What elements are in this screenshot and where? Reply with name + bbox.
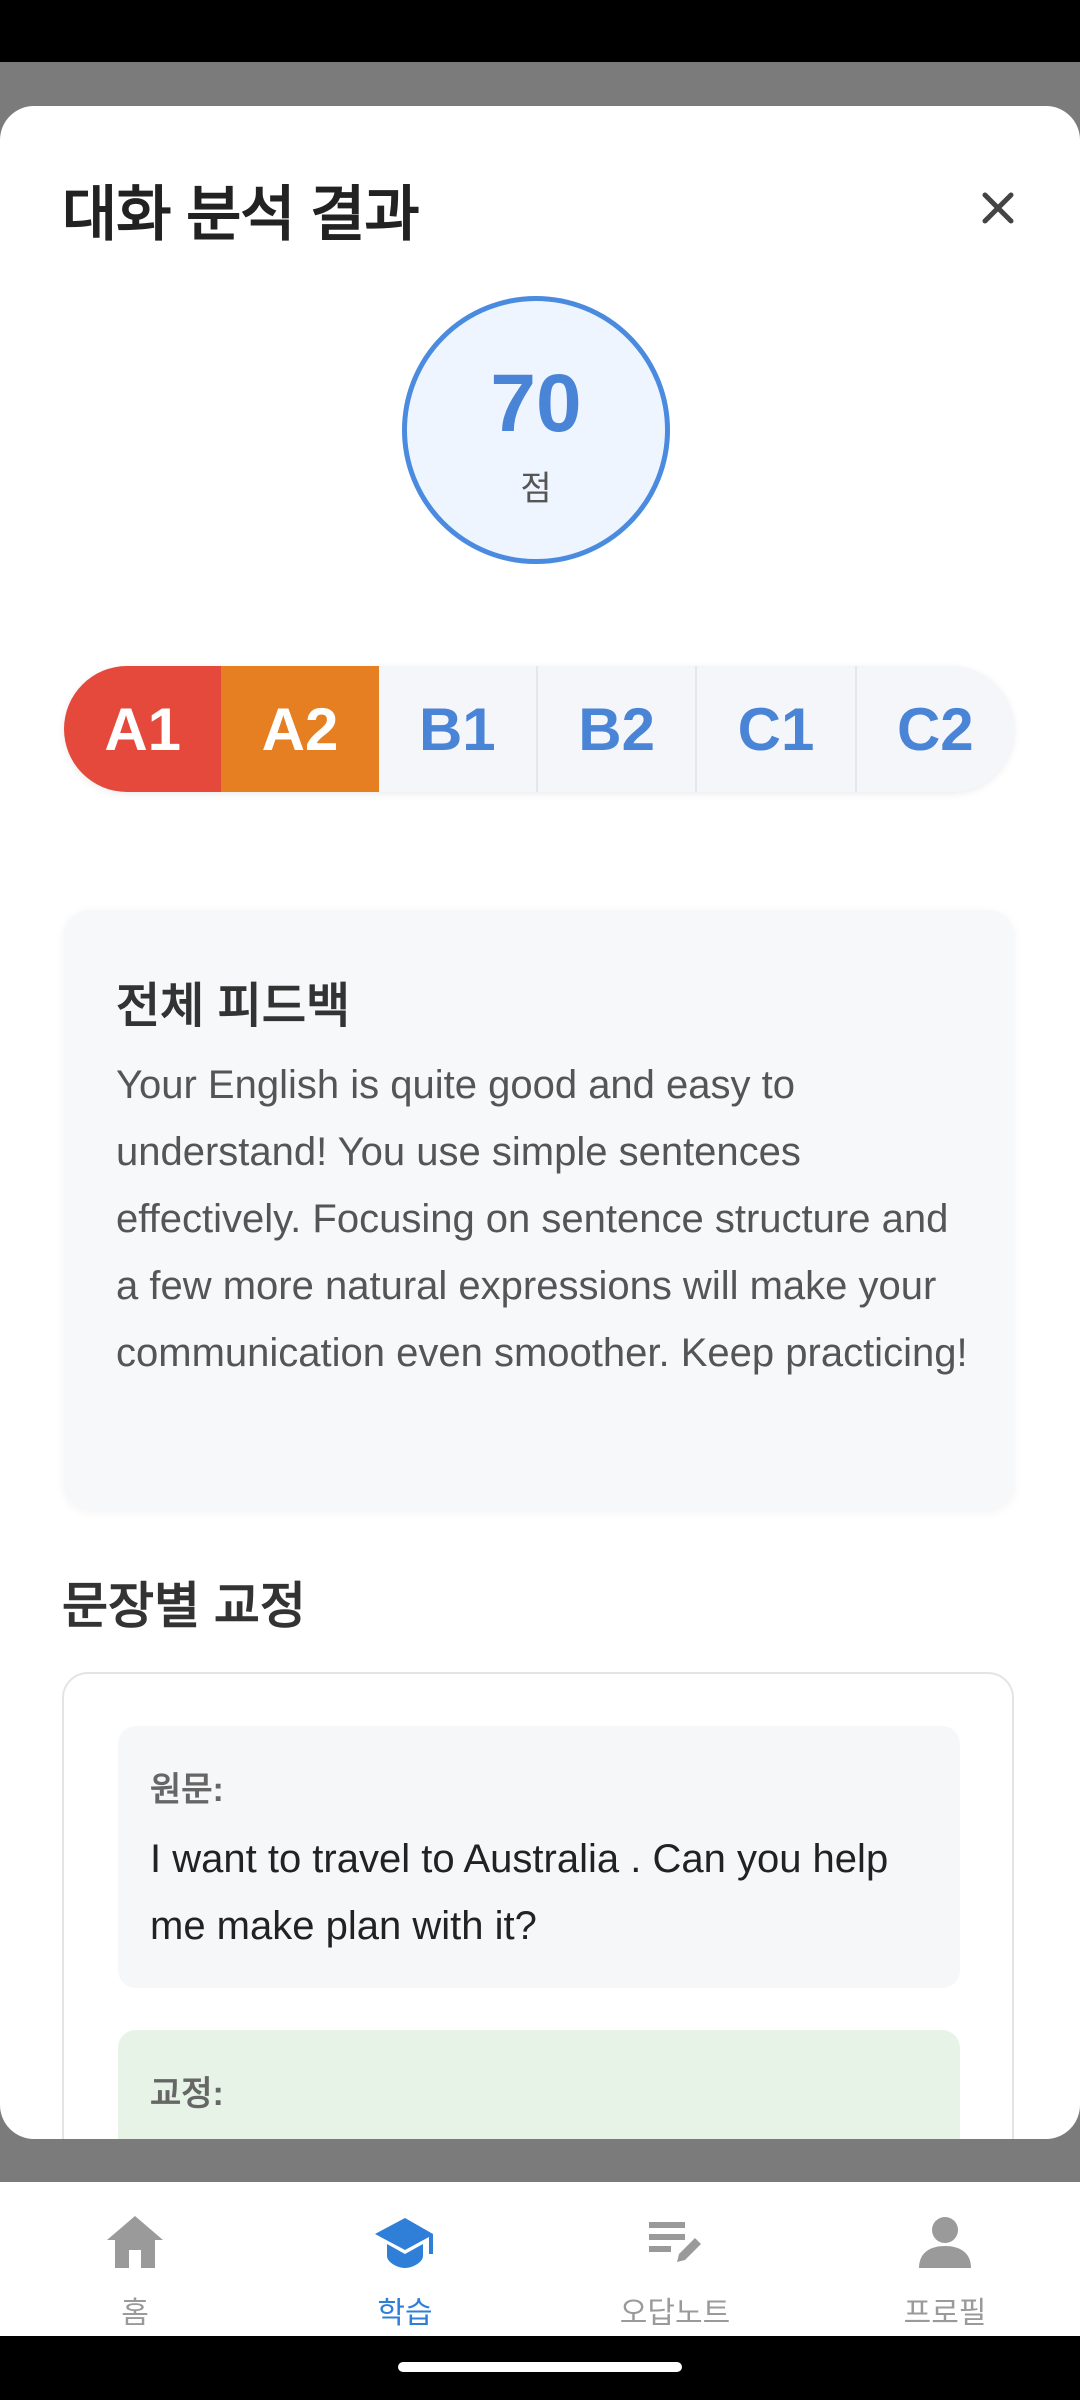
close-button[interactable]: [962, 172, 1034, 244]
nav-label-home: 홈: [121, 2297, 149, 2330]
original-label: 원문:: [150, 1771, 224, 1809]
nav-label-profile: 프로필: [903, 2297, 987, 2330]
correction-card: 원문: I want to travel to Australia . Can …: [62, 1672, 1014, 2139]
corrections-title: 문장별 교정: [62, 1578, 306, 1634]
notes-edit-icon: [649, 2222, 701, 2262]
original-sentence-box: 원문: I want to travel to Australia . Can …: [118, 1726, 960, 1988]
score-unit: 점: [520, 470, 552, 508]
level-c2: C2: [896, 695, 974, 763]
overall-feedback-card: 전체 피드백 Your English is quite good and ea…: [64, 910, 1014, 1510]
analysis-result-sheet: 대화 분석 결과 70 점 A1 A2 B1 B2 C1 C2 전체 피드백 Y…: [0, 106, 1080, 2139]
feedback-text: Your English is quite good and easy to u…: [116, 1063, 968, 1375]
level-c1: C1: [697, 666, 857, 792]
nav-label-wrong-notes: 오답노트: [619, 2297, 731, 2330]
graduation-cap-icon: [375, 2218, 433, 2268]
nav-item-home[interactable]: 홈: [0, 2182, 270, 2336]
status-bar: [0, 0, 1080, 62]
score-value: 70: [490, 358, 582, 449]
corrected-label: 교정:: [150, 2075, 224, 2113]
level-b2: B2: [538, 666, 698, 792]
score-circle: 70 점: [402, 296, 670, 564]
home-icon: [107, 2216, 163, 2268]
corrected-sentence-box: 교정:: [118, 2030, 960, 2139]
cefr-level-bar: A1 A2 B1 B2 C1 C2: [64, 666, 1014, 792]
nav-item-wrong-notes[interactable]: 오답노트: [540, 2182, 810, 2336]
close-icon: [982, 192, 1014, 224]
original-sentence: I want to travel to Australia . Can you …: [150, 1837, 889, 1948]
sheet-title: 대화 분석 결과: [62, 181, 420, 248]
level-a2: A2: [221, 666, 379, 792]
nav-item-study[interactable]: 학습: [270, 2182, 540, 2336]
nav-label-study: 학습: [377, 2297, 433, 2330]
level-b1: B1: [379, 666, 538, 792]
level-a1: A1: [64, 666, 222, 792]
feedback-title: 전체 피드백: [116, 980, 351, 1033]
bottom-navigation: 홈 학습 오답노트 프로필: [0, 2182, 1080, 2336]
nav-item-profile[interactable]: 프로필: [810, 2182, 1080, 2336]
home-indicator[interactable]: [398, 2362, 682, 2372]
person-icon: [919, 2217, 971, 2268]
